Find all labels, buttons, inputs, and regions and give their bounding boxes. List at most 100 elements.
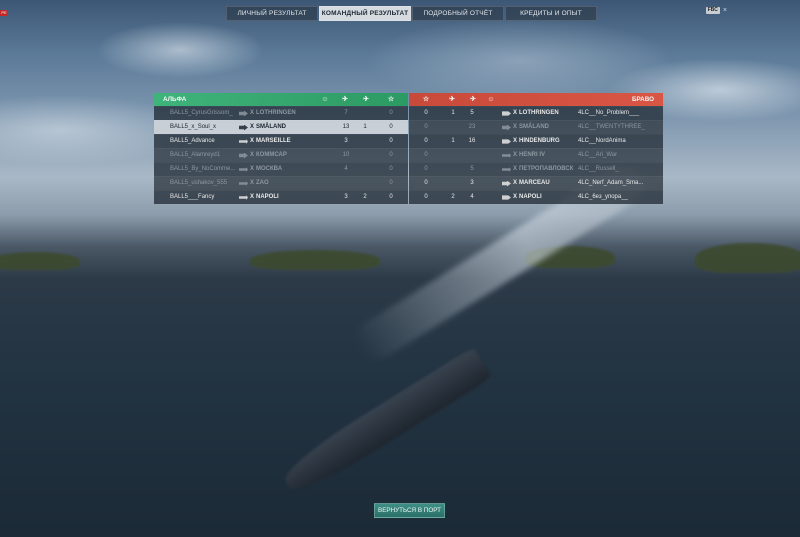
player-name: 4LC__NordAnima <box>578 138 626 144</box>
ship-class-icon <box>239 167 248 172</box>
player-name: 4LC__TWENTYTHREE_ <box>578 124 645 130</box>
player-name: BALL5_x_Soul_x <box>170 124 217 130</box>
ship-tier: X <box>250 124 255 130</box>
player-row[interactable]: 0 3 X MARCEAU 4LC_Nerf_Adam_Sma... <box>409 176 663 190</box>
player-name: 4LC_6ез_упора__ <box>578 194 628 200</box>
team-alpha-name: АЛЬФА <box>163 96 187 103</box>
close-icon[interactable]: × <box>723 7 727 14</box>
fps-badge: FBC <box>705 7 720 14</box>
star-icon: ☆ <box>387 96 395 103</box>
return-to-port-button[interactable]: ВЕРНУТЬСЯ В ПОРТ <box>374 503 445 518</box>
player-name: 4LC__No_Problem___ <box>578 110 640 116</box>
island-mid <box>250 250 380 270</box>
ship-name: ПЕТРОПАВЛОВСК <box>519 166 574 172</box>
kills-value: 13 <box>342 124 350 130</box>
player-row[interactable]: BALL5_x_Soul_x X SMÅLAND 13 1 0 <box>154 120 408 134</box>
assist-value: 1 <box>451 110 455 116</box>
ship-cell: X NAPOLI <box>239 191 317 204</box>
player-name: BALL5_ushakov_555 <box>170 180 228 186</box>
ship-name: КОММСАР <box>256 152 287 158</box>
assist-value: 1 <box>451 138 455 144</box>
player-row[interactable]: 0 1 16 X HINDENBURG 4LC__NordAnima <box>409 134 663 148</box>
player-row[interactable]: BALL5_Alamreyd1 X КОММСАР 10 0 <box>154 148 408 162</box>
ship-tier: X <box>250 166 255 172</box>
results-tabs: ЛИЧНЫЙ РЕЗУЛЬТАТ КОМАНДНЫЙ РЕЗУЛЬТАТ ПОД… <box>226 6 598 21</box>
planes-value: 16 <box>468 138 476 144</box>
ship-class-icon <box>502 195 511 200</box>
ship-cell: X SMÅLAND <box>502 121 577 134</box>
ship-class-icon <box>239 110 248 117</box>
planes-value: 3 <box>470 180 474 186</box>
player-row[interactable]: 0 5 X ПЕТРОПАВЛОВСК 4LC__Russell_ <box>409 162 663 176</box>
ship-name: NAPOLI <box>519 194 542 200</box>
ship-cell: X LOTHRINGEN <box>239 107 317 120</box>
corner-badge: PE <box>0 10 8 16</box>
kills-value: 7 <box>344 110 348 116</box>
player-row[interactable]: BALL5_By_NoComme... X МОСКВА 4 0 <box>154 162 408 176</box>
tab-credits-xp[interactable]: КРЕДИТЫ И ОПЫТ <box>505 6 597 21</box>
tab-detailed-report[interactable]: ПОДРОБНЫЙ ОТЧЁТ <box>412 6 504 21</box>
ship-name: LOTHRINGEN <box>519 110 559 116</box>
skull-icon: ☺ <box>487 96 495 103</box>
team-alpha-panel: АЛЬФА ☺ ✈ ✈ ☆ BALL5_CyrusGrissom_ X LOTHRI… <box>154 93 408 204</box>
score-value: 0 <box>389 166 393 172</box>
ship-class-icon <box>502 111 511 116</box>
player-name: BALL5_Alamreyd1 <box>170 152 221 158</box>
score-value: 0 <box>389 180 393 186</box>
score-value: 0 <box>389 110 393 116</box>
ship-tier: X <box>250 138 255 144</box>
player-row[interactable]: BALL5_CyrusGrissom_ X LOTHRINGEN 7 0 <box>154 106 408 120</box>
ship-class-icon <box>502 139 511 144</box>
ship-class-icon <box>239 124 248 131</box>
kills-value: 3 <box>344 138 348 144</box>
ship-cell: X MARCEAU <box>502 177 577 190</box>
ship-tier: X <box>513 124 518 130</box>
ship-cell: X КОММСАР <box>239 149 317 162</box>
ship-class-icon <box>502 180 511 187</box>
player-row[interactable]: BALL5_Advance X MARSEILLE 3 0 <box>154 134 408 148</box>
ship-name: MARCEAU <box>519 180 550 186</box>
planes-icon: ✈ <box>470 96 476 103</box>
player-name: BALL5_By_NoComme... <box>170 166 236 172</box>
score-value: 0 <box>424 194 428 200</box>
planes-value: 2 <box>363 194 367 200</box>
player-row[interactable]: BALL5_ushakov_555 X ZAO 0 <box>154 176 408 190</box>
plane-icon: ✈ <box>363 96 369 103</box>
score-value: 0 <box>424 152 428 158</box>
player-row[interactable]: 0 23 X SMÅLAND 4LC__TWENTYTHREE_ <box>409 120 663 134</box>
ship-class-icon <box>502 167 511 172</box>
player-row[interactable]: 0 X HENRI IV 4LC__Ari_War <box>409 148 663 162</box>
player-row[interactable]: BALL5___Fancy X NAPOLI 3 2 0 <box>154 190 408 204</box>
player-row[interactable]: 0 2 4 X NAPOLI 4LC_6ез_упора__ <box>409 190 663 204</box>
ship-name: SMÅLAND <box>519 124 550 130</box>
score-value: 0 <box>424 110 428 116</box>
ship-cell: X NAPOLI <box>502 191 577 204</box>
ship-class-icon <box>239 139 248 144</box>
ship-name: МОСКВА <box>256 166 283 172</box>
ship-name: HENRI IV <box>519 152 546 158</box>
tab-team-result[interactable]: КОМАНДНЫЙ РЕЗУЛЬТАТ <box>319 6 411 21</box>
ship-tier: X <box>513 110 518 116</box>
score-value: 0 <box>389 138 393 144</box>
ship-class-icon <box>239 181 248 186</box>
planes-value: 5 <box>470 110 474 116</box>
ship-cell: X HINDENBURG <box>502 135 577 148</box>
player-name: BALL5_Advance <box>170 138 215 144</box>
ship-name: LOTHRINGEN <box>256 110 296 116</box>
team-bravo-header: ☆ ✈ ✈ ☺ БРАВО <box>409 93 663 106</box>
planes-value: 23 <box>468 124 476 130</box>
ship-cell: X ZAO <box>239 177 317 190</box>
ship-cell: X HENRI IV <box>502 149 577 162</box>
ship-tier: X <box>513 152 518 158</box>
ship-tier: X <box>250 194 255 200</box>
assist-value: 2 <box>451 194 455 200</box>
ship-tier: X <box>250 110 255 116</box>
tab-personal-result[interactable]: ЛИЧНЫЙ РЕЗУЛЬТАТ <box>226 6 318 21</box>
player-row[interactable]: 0 1 5 X LOTHRINGEN 4LC__No_Problem___ <box>409 106 663 120</box>
player-name: BALL5_CyrusGrissom_ <box>170 110 233 116</box>
ship-tier: X <box>250 180 255 186</box>
star-icon: ☆ <box>422 96 430 103</box>
score-value: 0 <box>389 124 393 130</box>
score-value: 0 <box>389 152 393 158</box>
ship-name: SMÅLAND <box>256 124 287 130</box>
